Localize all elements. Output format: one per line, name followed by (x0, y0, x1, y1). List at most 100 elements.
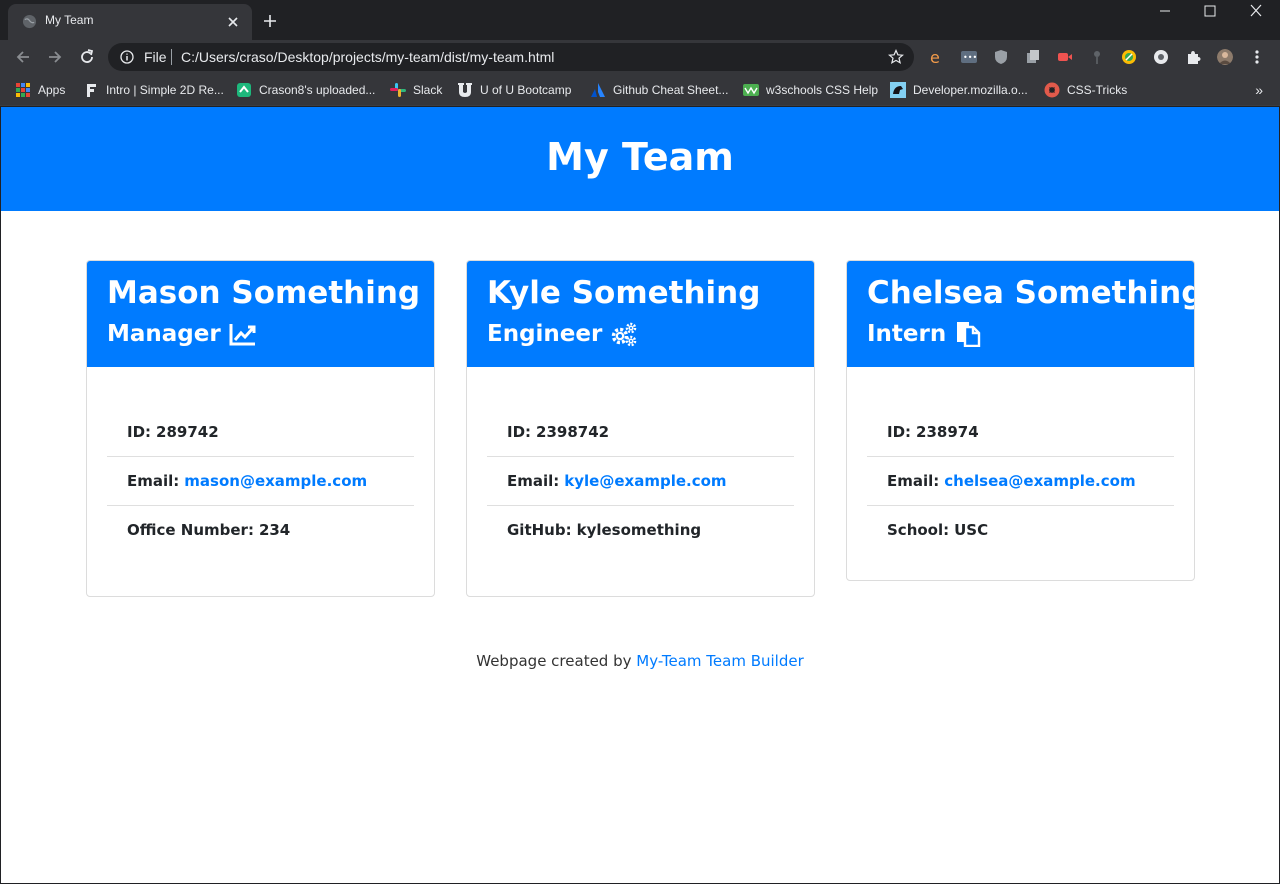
card-body: ID: 289742 Email: mason@example.com Offi… (87, 367, 434, 596)
bookmark-label: Developer.mozilla.o... (913, 83, 1028, 97)
bookmark-label: Intro | Simple 2D Re... (106, 83, 224, 97)
footer-link[interactable]: My-Team Team Builder (636, 652, 803, 670)
password-manager-icon[interactable]: ••• (961, 49, 977, 65)
member-role-label: Manager (107, 321, 221, 347)
forward-arrow-icon[interactable] (46, 48, 64, 66)
member-email-link[interactable]: mason@example.com (184, 472, 367, 490)
bookmark-label: Apps (38, 83, 66, 97)
bookmark-u-of-u[interactable]: U of U Bootcamp (457, 80, 571, 100)
page-title: My Team (546, 135, 734, 179)
member-email-row: Email: chelsea@example.com (867, 456, 1174, 505)
menu-kebab-icon[interactable] (1249, 49, 1265, 65)
member-role-label: Intern (867, 321, 947, 347)
puzzle-extensions-icon[interactable] (1185, 49, 1201, 65)
browser-tab[interactable]: My Team (8, 4, 252, 40)
new-tab-icon[interactable] (262, 13, 278, 29)
member-id: 2398742 (536, 422, 610, 441)
minimize-icon[interactable] (1157, 4, 1173, 18)
maximize-icon[interactable] (1202, 4, 1218, 18)
bookmark-label: Slack (413, 83, 443, 97)
svg-text:e: e (930, 49, 940, 65)
bookmark-label: w3schools CSS Help (766, 83, 879, 97)
card-header: Mason Something Manager (87, 261, 434, 367)
office-number-label: Office Number: (127, 521, 254, 539)
bookmark-mdn[interactable]: Developer.mozilla.o... (890, 80, 1028, 100)
w3schools-icon (743, 84, 759, 96)
member-name: Mason Something (107, 275, 421, 311)
card-header: Kyle Something Engineer (467, 261, 814, 367)
mdn-icon (890, 82, 906, 98)
member-office-row: Office Number: 234 (107, 505, 414, 554)
page-viewport: My Team Mason Something Manager ID: 2897… (1, 107, 1279, 883)
page-footer: Webpage created by My-Team Team Builder (1, 652, 1279, 670)
bookmark-github-cheat-sheet[interactable]: Github Cheat Sheet... (590, 80, 728, 100)
member-id: 238974 (916, 422, 979, 441)
reload-icon[interactable] (78, 48, 96, 66)
email-label: Email: (127, 472, 180, 490)
address-separator (171, 49, 172, 65)
id-label: ID: (887, 422, 912, 441)
bookmark-slack[interactable]: Slack (390, 80, 442, 100)
member-id: 289742 (156, 422, 219, 441)
u-logo-icon (458, 83, 472, 97)
svg-text:•••: ••• (963, 53, 977, 62)
member-role: Manager (107, 321, 257, 347)
back-arrow-icon[interactable] (14, 48, 32, 66)
pin-extension-icon[interactable] (1089, 49, 1105, 65)
circle-extension-icon[interactable] (1153, 49, 1169, 65)
member-school-row: School: USC (867, 505, 1174, 554)
bookmark-label: Crason8's uploaded... (259, 83, 376, 97)
bookmark-w3schools[interactable]: w3schools CSS Help (743, 80, 878, 100)
card-header: Chelsea Something Intern (847, 261, 1194, 367)
css-tricks-icon (1044, 82, 1060, 98)
bookmarks-bar: Apps Intro | Simple 2D Re... Crason8's u… (0, 74, 1280, 106)
bookmark-star-icon[interactable] (888, 49, 904, 65)
url-scheme: File (144, 49, 167, 65)
page-header: My Team (1, 107, 1279, 211)
member-id-row: ID: 238974 (867, 407, 1174, 456)
window-close-icon[interactable] (1248, 4, 1264, 18)
url-text[interactable]: C:/Users/craso/Desktop/projects/my-team/… (181, 49, 554, 65)
globe-icon (22, 14, 37, 29)
id-label: ID: (127, 422, 152, 441)
office-number: 234 (258, 521, 291, 539)
address-bar[interactable]: File C:/Users/craso/Desktop/projects/my-… (108, 43, 914, 71)
color-picker-icon[interactable] (1121, 49, 1137, 65)
bookmark-css-tricks[interactable]: CSS-Tricks (1044, 80, 1127, 100)
tab-title: My Team (45, 13, 94, 27)
cogs-icon (612, 322, 637, 347)
member-id-row: ID: 2398742 (487, 407, 794, 456)
slack-icon (390, 83, 406, 97)
member-id-row: ID: 289742 (107, 407, 414, 456)
edge-extension-icon[interactable]: e (929, 49, 945, 65)
bookmark-label: U of U Bootcamp (480, 83, 572, 97)
profile-avatar-icon[interactable] (1217, 49, 1233, 65)
info-icon[interactable] (120, 50, 134, 64)
member-email-row: Email: kyle@example.com (487, 456, 794, 505)
member-name: Kyle Something (487, 275, 761, 311)
member-github-row: GitHub: kylesomething (487, 505, 794, 554)
team-member-card-engineer: Kyle Something Engineer ID: 2398742 Emai… (466, 260, 815, 597)
copy-extension-icon[interactable] (1025, 49, 1041, 65)
bookmark-crason8[interactable]: Crason8's uploaded... (236, 80, 375, 100)
bookmarks-overflow-button[interactable]: » (1255, 82, 1263, 98)
member-email-link[interactable]: chelsea@example.com (944, 472, 1135, 490)
team-member-card-manager: Mason Something Manager ID: 289742 Email… (86, 260, 435, 597)
email-label: Email: (887, 472, 940, 490)
screen-recorder-icon[interactable] (1057, 49, 1073, 65)
atlassian-icon (591, 83, 605, 97)
member-email-link[interactable]: kyle@example.com (564, 472, 726, 490)
card-body: ID: 2398742 Email: kyle@example.com GitH… (467, 367, 814, 596)
team-member-card-intern: Chelsea Something Intern ID: 238974 Emai… (846, 260, 1195, 581)
f-logo-icon (87, 84, 96, 97)
bookmark-intro-simple-2d[interactable]: Intro | Simple 2D Re... (83, 80, 224, 100)
browser-toolbar: File C:/Users/craso/Desktop/projects/my-… (0, 40, 1280, 74)
github-username: kylesomething (576, 521, 702, 539)
bookmark-apps[interactable]: Apps (15, 80, 65, 100)
tab-strip: My Team (0, 0, 1280, 40)
apps-grid-icon (16, 83, 30, 97)
close-tab-icon[interactable] (226, 15, 240, 29)
member-name: Chelsea Something (867, 275, 1195, 311)
shield-icon[interactable] (993, 49, 1009, 65)
school-label: School: (887, 521, 950, 539)
